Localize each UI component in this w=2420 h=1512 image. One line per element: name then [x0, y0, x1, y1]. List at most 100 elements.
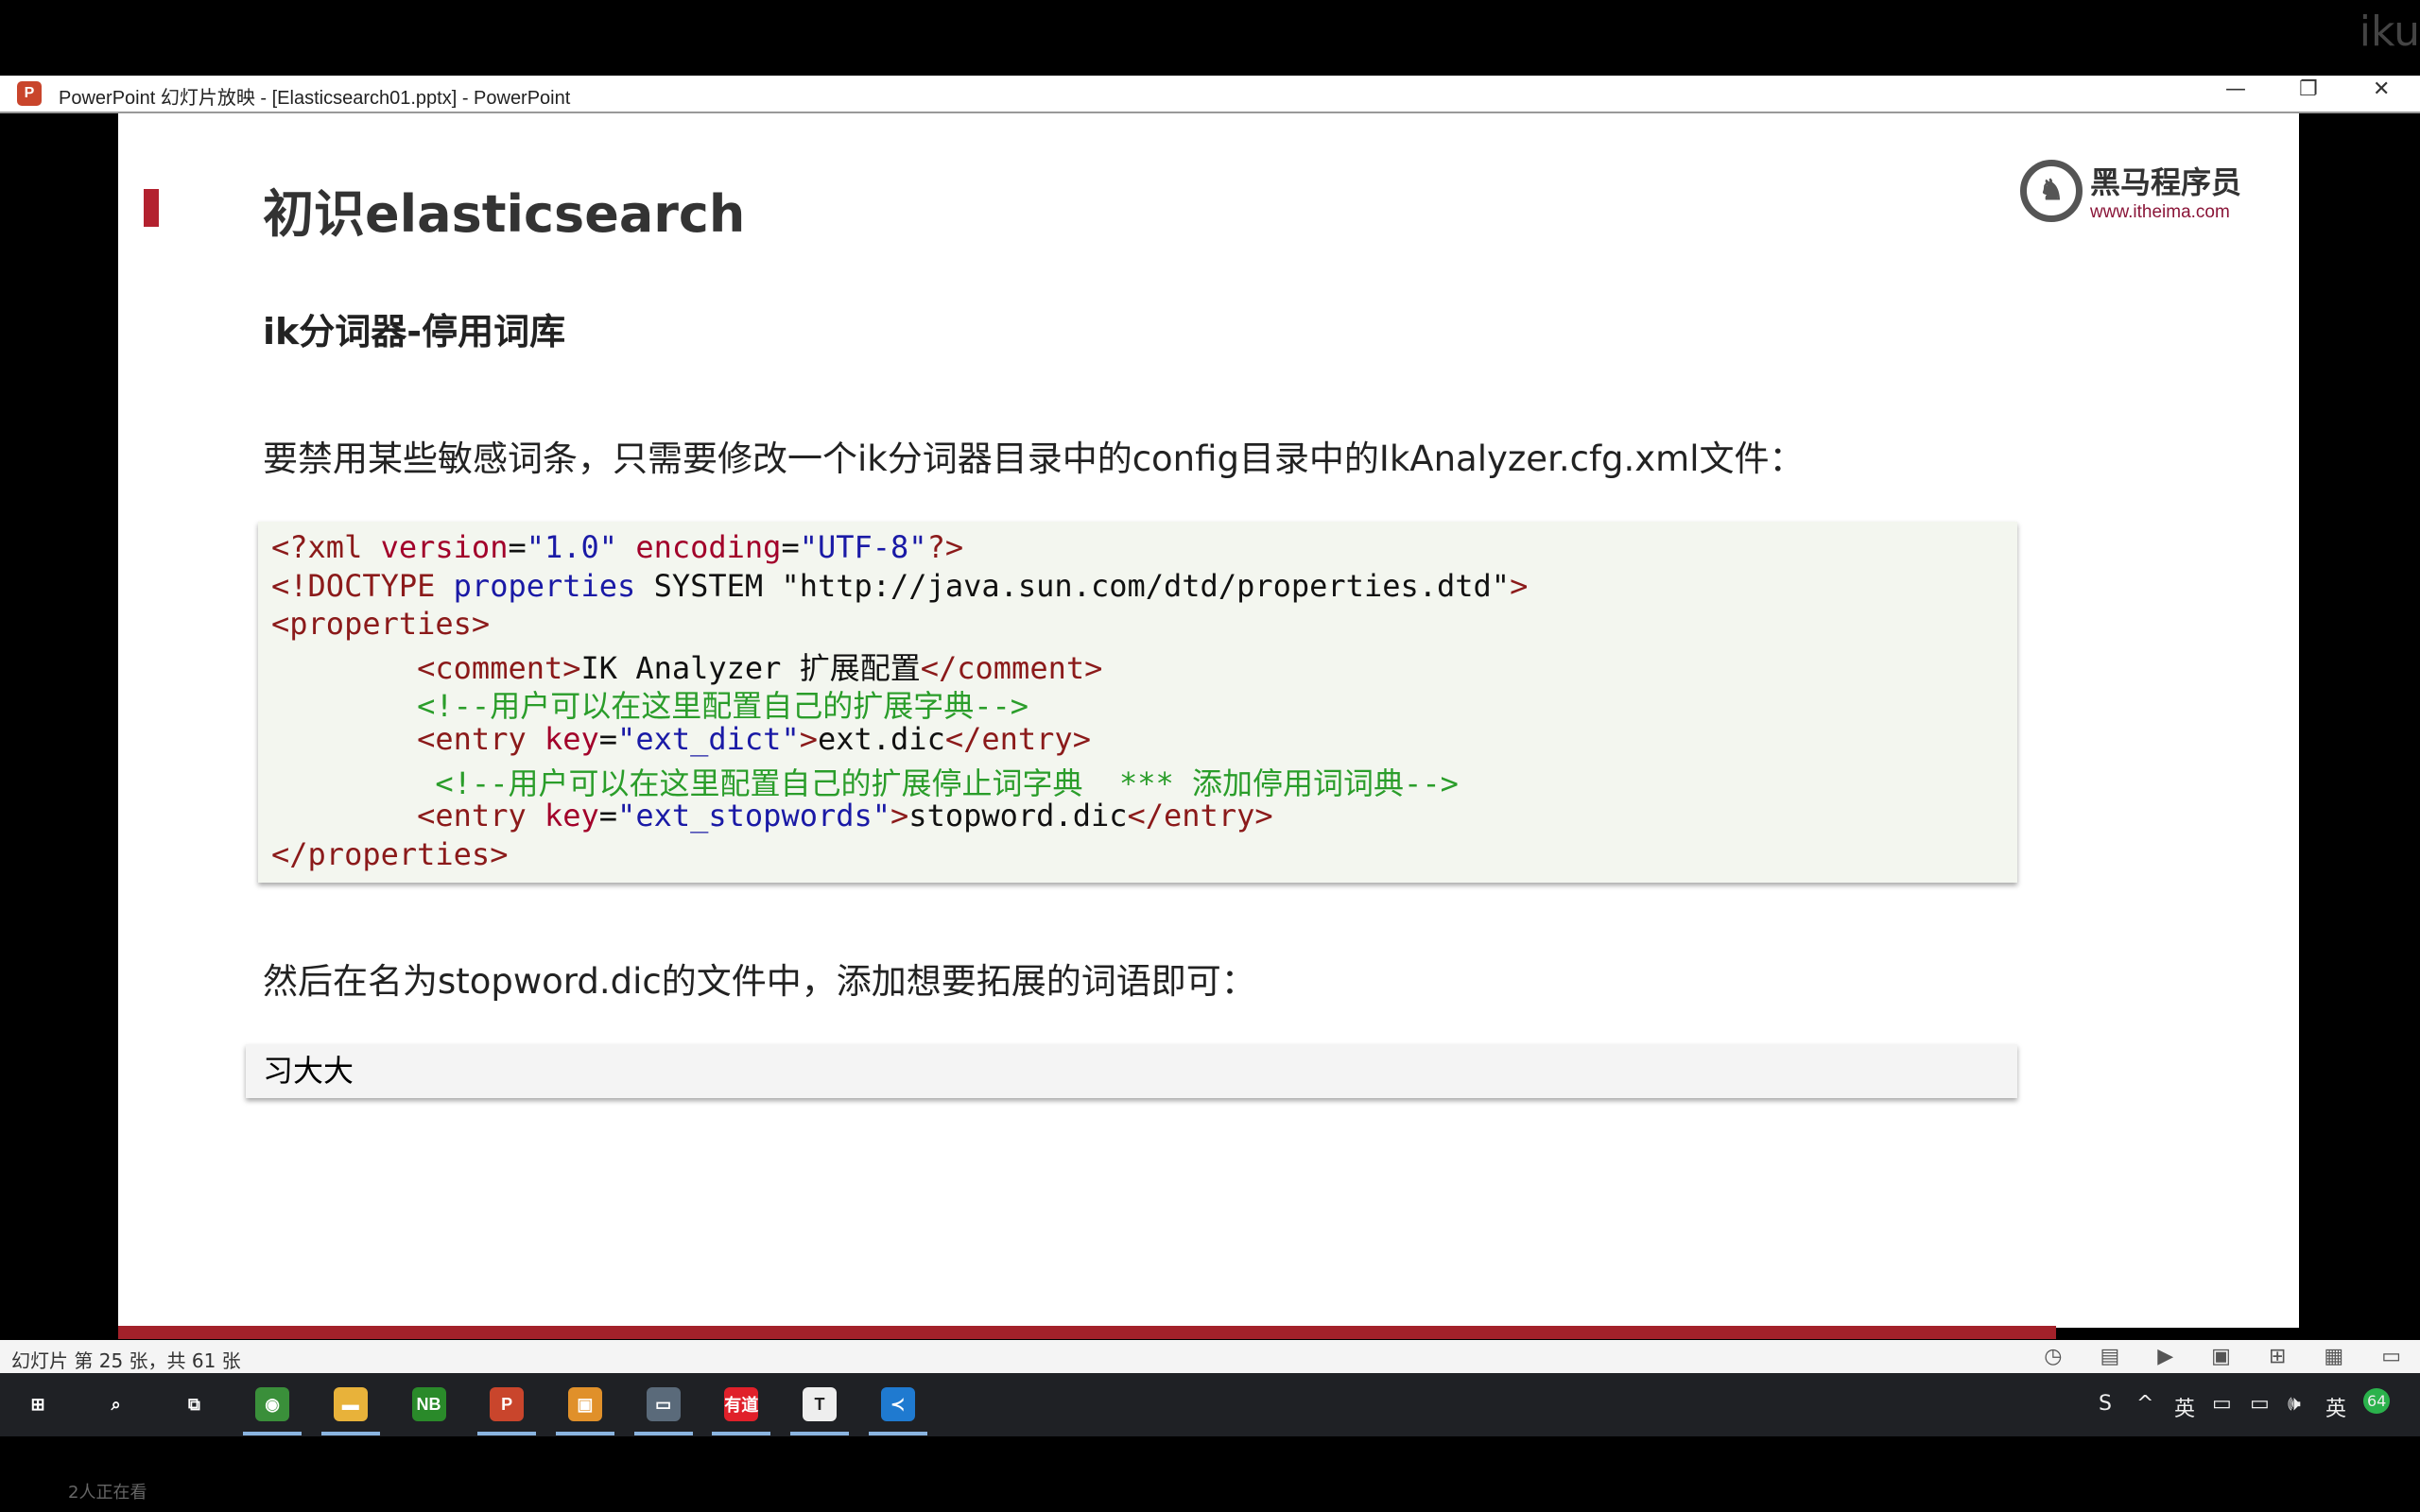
view-controls: ◷ ▤ ▶ ▣ ⊞ ▦ ▭ [2044, 1344, 2401, 1368]
code-token: properties [453, 567, 654, 604]
notepad-plus-taskbar-button[interactable]: NB [398, 1381, 460, 1428]
code-token: "UTF-8" [799, 529, 927, 565]
remote-desktop-icon: ▭ [646, 1387, 681, 1421]
code-token: = [508, 529, 527, 565]
tray-icon[interactable]: ^ [2136, 1392, 2153, 1416]
slide-title: 初识elasticsearch [263, 184, 746, 244]
start-button-icon: ⊞ [30, 1394, 45, 1414]
powerpoint-icon: P [490, 1387, 525, 1421]
code-token: "http://java.sun.com/dtd/properties.dtd" [781, 567, 1511, 604]
code-token: > [1510, 567, 1529, 604]
code-token: key [544, 798, 599, 834]
instruction-text: 要禁用某些敏感词条，只需要修改一个ik分词器目录中的config目录中的IkAn… [263, 438, 1805, 479]
code-token: ?> [926, 529, 964, 565]
horse-logo-icon: ♞ [2020, 160, 2083, 222]
code-token: = [598, 720, 618, 757]
start-button[interactable]: ⊞ [7, 1381, 69, 1428]
code-token: key [544, 720, 599, 757]
code-token: "ext_dict" [617, 720, 800, 757]
typora-taskbar-button[interactable]: T [788, 1381, 851, 1435]
search-button[interactable]: ⌕ [85, 1381, 147, 1428]
view-button-icon[interactable]: ▭ [2381, 1344, 2401, 1368]
status-bar: 幻灯片 第 25 张，共 61 张 ◷ ▤ ▶ ▣ ⊞ ▦ ▭ [0, 1340, 2420, 1373]
code-token: > [890, 798, 909, 834]
search-button-icon: ⌕ [111, 1394, 121, 1414]
tray-icon[interactable]: 🕪 [2288, 1392, 2301, 1416]
code-token: <!--用户可以在这里配置自己的扩展停止词字典 *** 添加停用词词典--> [271, 765, 1459, 801]
file-explorer-taskbar-button[interactable]: ▬ [320, 1381, 382, 1435]
logo-name: 黑马程序员 [2090, 164, 2242, 200]
close-button[interactable]: ✕ [2373, 77, 2390, 101]
view-button-icon[interactable]: ◷ [2044, 1344, 2062, 1368]
logo-url: www.itheima.com [2090, 202, 2230, 222]
code-token: <entry [271, 720, 544, 757]
itheima-logo: ♞ 黑马程序员 www.itheima.com [2020, 159, 2241, 223]
code-token: IK Analyzer 扩展配置 [580, 649, 921, 686]
code-line: </properties> [258, 836, 2017, 875]
file-explorer-icon: ▬ [333, 1387, 368, 1421]
code-token: <entry [271, 798, 544, 834]
code-token: </properties> [271, 835, 509, 872]
vmware-taskbar-button[interactable]: ▣ [554, 1381, 616, 1435]
view-button-icon[interactable]: ▤ [2100, 1344, 2119, 1368]
code-token: stopword.dic [908, 798, 1128, 834]
youdao-icon: 有道 [724, 1387, 759, 1421]
code-line: <?xml version="1.0" encoding="UTF-8"?> [258, 529, 2017, 568]
minimize-button[interactable]: — [2225, 77, 2246, 101]
code-token: "1.0" [526, 529, 636, 565]
view-button-icon[interactable]: ▶ [2157, 1344, 2173, 1368]
typora-icon: T [803, 1387, 837, 1421]
slide-counter: 幻灯片 第 25 张，共 61 张 [11, 1349, 241, 1372]
remote-desktop-taskbar-button[interactable]: ▭ [632, 1381, 695, 1435]
slide: 初识elasticsearch ♞ 黑马程序员 www.itheima.com … [118, 113, 2299, 1328]
code-line: <comment>IK Analyzer 扩展配置</comment> [258, 644, 2017, 686]
restore-button[interactable]: ❐ [2299, 77, 2318, 101]
code-line: <!--用户可以在这里配置自己的扩展停止词字典 *** 添加停用词词典--> [258, 760, 2017, 801]
watermark: iku [2359, 8, 2420, 56]
code-token: = [781, 529, 800, 565]
view-button-icon[interactable]: ▦ [2324, 1344, 2343, 1368]
window-title-bar: P PowerPoint 幻灯片放映 - [Elasticsearch01.pp… [0, 76, 2420, 113]
tray-icon[interactable]: 英 [2174, 1392, 2195, 1422]
title-marker [144, 189, 159, 227]
taskbar: ⊞ ⌕ ⧉ ◉ ▬ NB P ▣ ▭ 有道 T ≺ S ^ 英 ▭ ▭ 🕪 英 64 [0, 1373, 2420, 1436]
code-token: </comment> [920, 649, 1103, 686]
powerpoint-icon: P [17, 81, 42, 106]
code-token: </entry> [944, 720, 1091, 757]
task-view-button-icon: ⧉ [187, 1394, 200, 1414]
code-token: encoding [635, 529, 782, 565]
viewer-count: 2人正在看 [68, 1483, 147, 1503]
code-line: <entry key="ext_stopwords">stopword.dic<… [258, 798, 2017, 836]
vscode-icon: ≺ [880, 1387, 915, 1421]
task-view-button[interactable]: ⧉ [163, 1381, 225, 1428]
code-line: <entry key="ext_dict">ext.dic</entry> [258, 721, 2017, 760]
tray-icon[interactable]: ▭ [2250, 1392, 2270, 1416]
code-token: <!DOCTYPE [271, 567, 454, 604]
code-block: <?xml version="1.0" encoding="UTF-8"?> <!… [258, 522, 2017, 883]
code-token: <comment> [271, 649, 581, 686]
stopword-file-content: 习大大 [246, 1044, 2017, 1098]
vmware-icon: ▣ [567, 1387, 602, 1421]
chrome-icon: ◉ [255, 1387, 290, 1421]
tray-icon[interactable]: S [2099, 1392, 2112, 1416]
notepad-plus-icon: NB [411, 1387, 446, 1421]
tray-icon[interactable]: ▭ [2212, 1392, 2232, 1416]
tray-icon[interactable]: 英 [2325, 1392, 2346, 1422]
slide-footer-bar [118, 1326, 2056, 1339]
code-token: <?xml [271, 529, 381, 565]
tray-icon[interactable]: 64 [2363, 1388, 2391, 1414]
code-token: = [598, 798, 618, 834]
slide-subtitle: ik分词器-停用词库 [263, 311, 566, 352]
chrome-taskbar-button[interactable]: ◉ [241, 1381, 303, 1435]
vscode-taskbar-button[interactable]: ≺ [867, 1381, 929, 1435]
window-title: PowerPoint 幻灯片放映 - [Elasticsearch01.pptx… [59, 88, 571, 109]
code-token: SYSTEM [653, 567, 782, 604]
code-token: <!--用户可以在这里配置自己的扩展字典--> [271, 688, 1028, 725]
instruction-text-2: 然后在名为stopword.dic的文件中，添加想要拓展的词语即可： [263, 961, 1256, 1002]
powerpoint-taskbar-button[interactable]: P [475, 1381, 538, 1435]
view-button-icon[interactable]: ⊞ [2269, 1344, 2286, 1368]
code-token: > [799, 720, 818, 757]
youdao-taskbar-button[interactable]: 有道 [710, 1381, 772, 1435]
view-button-icon[interactable]: ▣ [2211, 1344, 2231, 1368]
code-line: <!--用户可以在这里配置自己的扩展字典--> [258, 682, 2017, 725]
